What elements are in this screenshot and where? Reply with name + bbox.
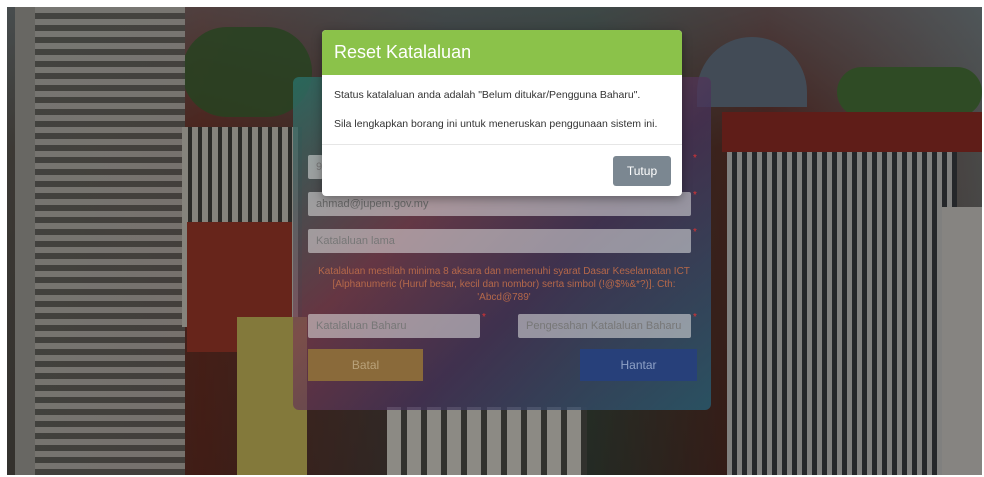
user-id-field[interactable]: 9 <box>308 155 323 179</box>
dialog-body: Status katalaluan anda adalah "Belum dit… <box>322 75 682 130</box>
dialog-title: Reset Katalaluan <box>322 30 682 75</box>
status-message: Status katalaluan anda adalah "Belum dit… <box>334 89 641 101</box>
cancel-button[interactable]: Batal <box>308 349 423 381</box>
required-mark: * <box>693 227 697 238</box>
password-requirement-note: Katalaluan mestilah minima 8 aksara dan … <box>318 266 690 303</box>
required-mark: * <box>693 190 697 201</box>
required-mark: * <box>693 153 697 164</box>
confirm-password-input[interactable]: Pengesahan Katalaluan Baharu <box>518 314 691 338</box>
close-button[interactable]: Tutup <box>613 156 671 186</box>
old-password-input[interactable]: Katalaluan lama <box>308 229 691 253</box>
new-password-input[interactable]: Katalaluan Baharu <box>308 314 480 338</box>
dialog-divider <box>322 144 682 145</box>
required-mark: * <box>482 312 486 323</box>
required-mark: * <box>693 312 697 323</box>
submit-button[interactable]: Hantar <box>580 349 697 381</box>
instruction-message: Sila lengkapkan borang ini untuk menerus… <box>334 118 658 130</box>
reset-password-dialog: Reset Katalaluan Status katalaluan anda … <box>322 30 682 196</box>
